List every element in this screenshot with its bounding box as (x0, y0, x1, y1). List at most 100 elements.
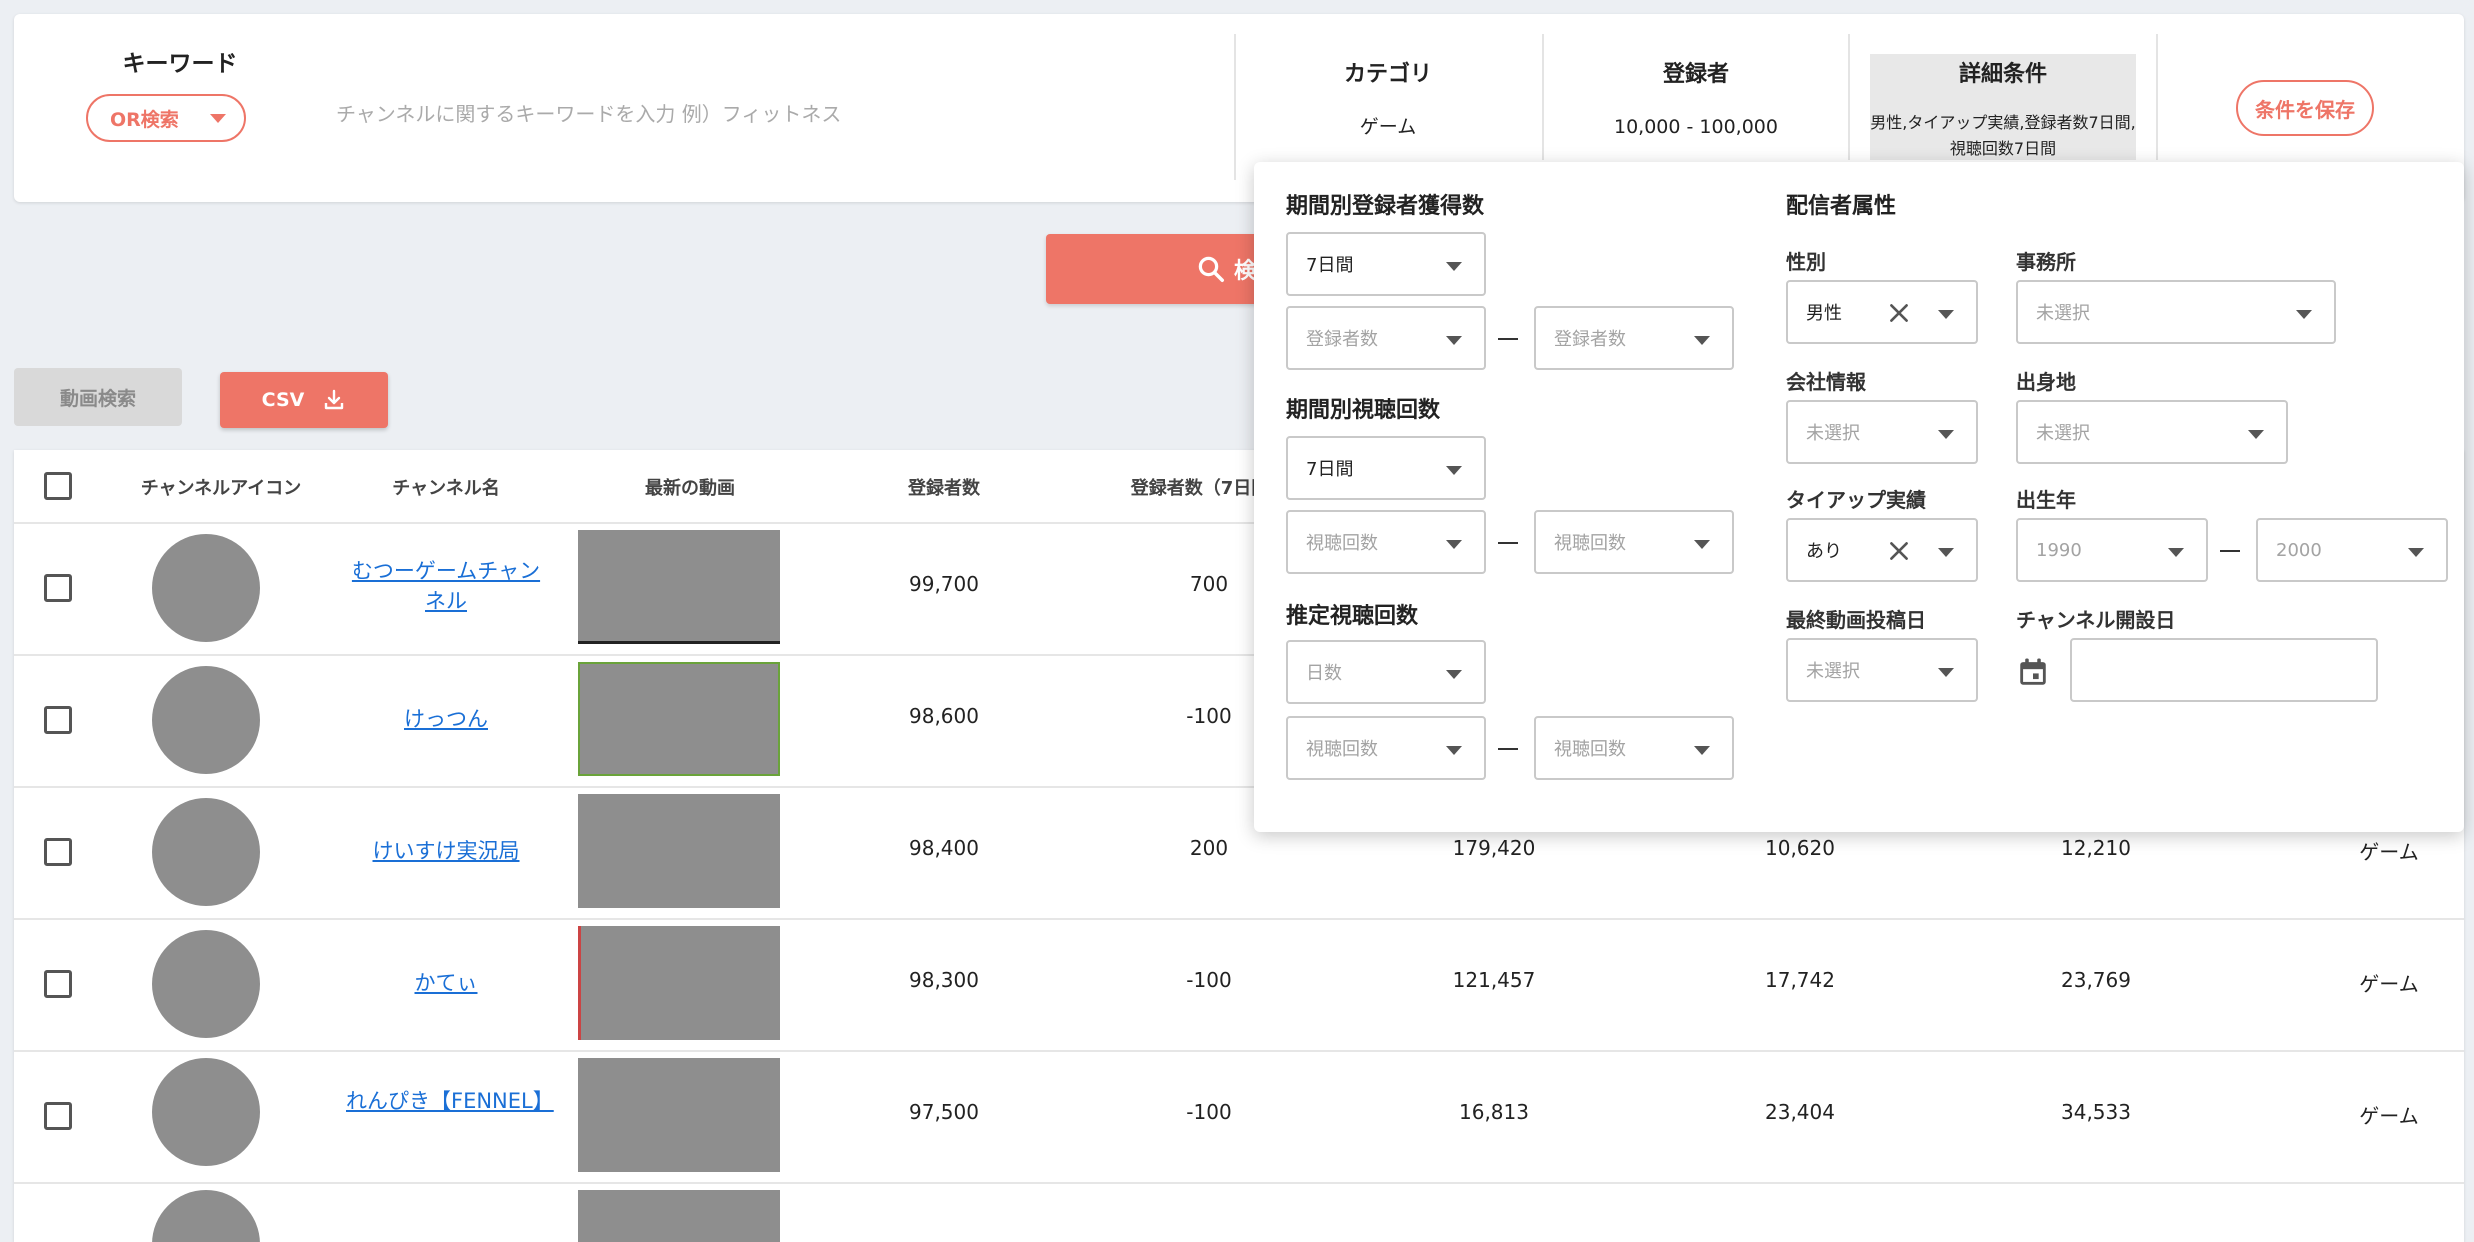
metric-cell-2: 17,742 (1765, 968, 1835, 992)
channel-avatar[interactable] (152, 1058, 260, 1166)
row-checkbox[interactable] (44, 838, 72, 866)
subscribers-cell: 97,500 (909, 1100, 979, 1124)
csv-label: CSV (261, 389, 305, 411)
row-divider (14, 1050, 2464, 1052)
video-search-button[interactable]: 動画検索 (14, 368, 182, 426)
est-max-select[interactable]: 視聴回数 (1534, 716, 1734, 780)
birth-year-to-value: 2000 (2276, 539, 2322, 561)
row-checkbox[interactable] (44, 574, 72, 602)
origin-placeholder: 未選択 (2036, 423, 2090, 444)
clear-icon[interactable] (1886, 300, 1912, 326)
attr-title: 配信者属性 (1786, 194, 1897, 219)
header-subscribers[interactable]: 登録者数 (834, 474, 1054, 500)
category-cell: ゲーム (2359, 1104, 2419, 1128)
keyword-input[interactable] (336, 86, 896, 142)
subscribers-7d-cell: -100 (1186, 1100, 1232, 1124)
agency-select[interactable]: 未選択 (2016, 280, 2336, 344)
select-all-checkbox[interactable] (44, 472, 72, 500)
range-dash (2220, 550, 2240, 552)
birth-year-to-select[interactable]: 2000 (2256, 518, 2448, 582)
latest-video-thumbnail[interactable] (578, 530, 780, 644)
views-title: 期間別視聴回数 (1286, 398, 1441, 423)
views-min-select[interactable]: 視聴回数 (1286, 510, 1486, 574)
subscribers-title: 登録者 (1662, 62, 1729, 87)
chevron-down-icon (1446, 336, 1462, 345)
row-checkbox[interactable] (44, 706, 72, 734)
chevron-down-icon (2248, 430, 2264, 439)
category-cell: ゲーム (2359, 840, 2419, 864)
range-dash (1498, 748, 1518, 750)
views-period-select[interactable]: 7日間 (1286, 436, 1486, 500)
or-search-label: OR検索 (110, 108, 179, 131)
metric-cell-1: 16,813 (1459, 1100, 1529, 1124)
metric-cell-3: 34,533 (2061, 1100, 2131, 1124)
download-icon (325, 389, 344, 410)
est-min-select[interactable]: 視聴回数 (1286, 716, 1486, 780)
calendar-icon[interactable] (2016, 654, 2050, 690)
chevron-down-icon (1938, 430, 1954, 439)
row-divider (14, 918, 2464, 920)
range-dash (1498, 542, 1518, 544)
sub-gain-max-select[interactable]: 登録者数 (1534, 306, 1734, 370)
metric-cell-1: 179,420 (1452, 836, 1536, 860)
latest-video-thumbnail[interactable] (578, 1058, 780, 1172)
chevron-down-icon (2408, 548, 2424, 557)
save-conditions-button[interactable]: 条件を保存 (2236, 80, 2374, 136)
tieup-value: あり (1806, 541, 1842, 562)
last-post-select[interactable]: 未選択 (1786, 638, 1978, 702)
or-search-select[interactable]: OR検索 (86, 94, 246, 142)
metric-cell-3: 12,210 (2061, 836, 2131, 860)
channel-name-link[interactable]: かてぃ (346, 968, 546, 998)
latest-video-thumbnail[interactable] (578, 794, 780, 908)
channel-name-link[interactable]: むつーゲームチャンネル (346, 556, 546, 616)
channel-name-link[interactable]: けっつん (346, 704, 546, 734)
company-select[interactable]: 未選択 (1786, 400, 1978, 464)
row-checkbox[interactable] (44, 970, 72, 998)
keyword-label: キーワード (122, 51, 238, 77)
sub-gain-min-select[interactable]: 登録者数 (1286, 306, 1486, 370)
tieup-label: タイアップ実績 (1786, 488, 1926, 512)
origin-select[interactable]: 未選択 (2016, 400, 2288, 464)
est-min-placeholder: 視聴回数 (1306, 739, 1378, 760)
channel-name-link[interactable]: けいすけ実況局 (346, 836, 546, 866)
chevron-down-icon (1446, 746, 1462, 755)
birth-year-from-select[interactable]: 1990 (2016, 518, 2208, 582)
channel-name-link[interactable]: れんぴき【FENNEL】 (346, 1086, 554, 1116)
row-checkbox[interactable] (44, 1102, 72, 1130)
latest-video-thumbnail[interactable] (578, 926, 780, 1040)
detail-title: 詳細条件 (1958, 62, 2047, 87)
chevron-down-icon (1938, 548, 1954, 557)
est-max-placeholder: 視聴回数 (1554, 739, 1626, 760)
open-date-label: チャンネル開設日 (2016, 608, 2176, 632)
company-label: 会社情報 (1786, 370, 1866, 394)
channel-avatar[interactable] (152, 666, 260, 774)
subscribers-7d-cell: 200 (1189, 836, 1229, 860)
search-button[interactable]: 検 (1046, 234, 1266, 304)
latest-video-thumbnail[interactable] (578, 1190, 780, 1242)
views-period-value: 7日間 (1306, 459, 1354, 480)
latest-video-thumbnail[interactable] (578, 662, 780, 776)
gender-select[interactable]: 男性 (1786, 280, 1978, 344)
chevron-down-icon (1694, 746, 1710, 755)
subscribers-cell: 99,700 (909, 572, 979, 596)
metric-cell-2: 23,404 (1765, 1100, 1835, 1124)
views-min-placeholder: 視聴回数 (1306, 533, 1378, 554)
clear-icon[interactable] (1886, 538, 1912, 564)
est-days-placeholder: 日数 (1306, 663, 1342, 684)
chevron-down-icon (1446, 540, 1462, 549)
channel-avatar[interactable] (152, 798, 260, 906)
subscribers-cell: 98,600 (909, 704, 979, 728)
open-date-input[interactable] (2070, 638, 2378, 702)
tieup-select[interactable]: あり (1786, 518, 1978, 582)
channel-avatar[interactable] (152, 1190, 260, 1242)
divider (1542, 34, 1544, 160)
category-value[interactable]: ゲーム (1250, 112, 1526, 139)
views-max-select[interactable]: 視聴回数 (1534, 510, 1734, 574)
sub-gain-period-select[interactable]: 7日間 (1286, 232, 1486, 296)
channel-avatar[interactable] (152, 534, 260, 642)
birth-year-label: 出生年 (2016, 488, 2076, 512)
est-days-select[interactable]: 日数 (1286, 640, 1486, 704)
csv-download-button[interactable]: CSV (220, 372, 388, 428)
channel-avatar[interactable] (152, 930, 260, 1038)
subscribers-value[interactable]: 10,000 - 100,000 (1558, 116, 1834, 138)
